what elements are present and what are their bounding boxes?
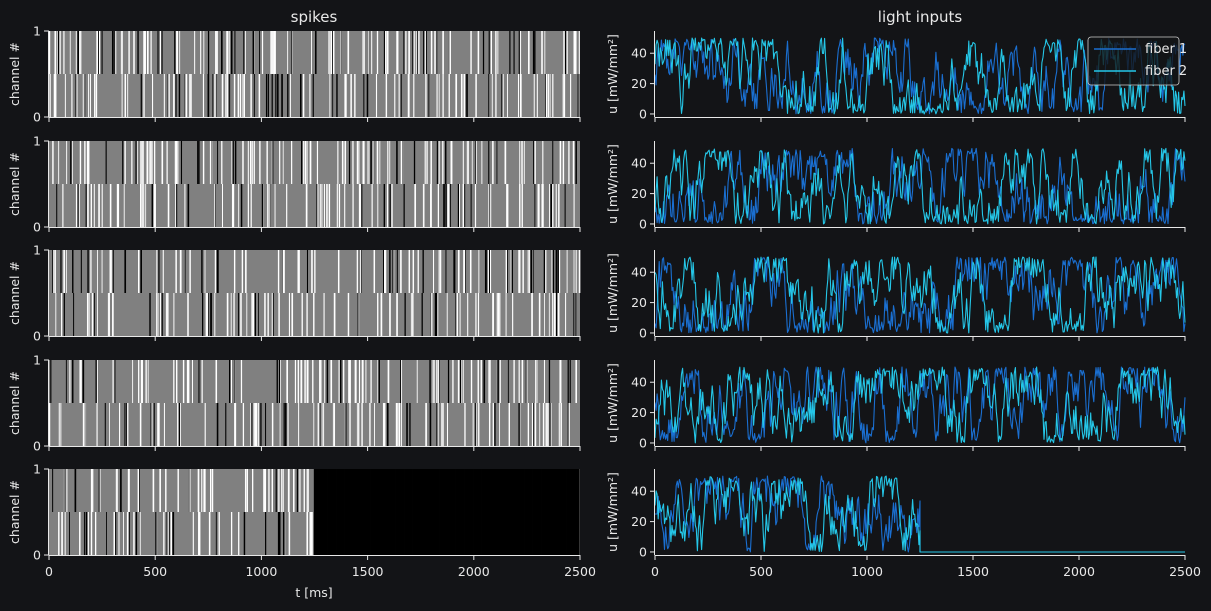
- light-x-tick-label: 500: [749, 564, 773, 579]
- light-x-tick-label: 0: [651, 564, 659, 579]
- spike-y-axis-label: channel #: [7, 480, 22, 544]
- spike-y-tick-label: 0: [33, 110, 41, 125]
- spike-y-axis-label: channel #: [7, 42, 22, 106]
- light-y-axis-label: u [mW/mm²]: [605, 363, 620, 443]
- light-y-tick-label: 20: [631, 405, 647, 420]
- light-y-tick-label: 40: [631, 156, 647, 171]
- light-x-tick-label: 2500: [1169, 564, 1201, 579]
- light-y-tick-label: 20: [631, 514, 647, 529]
- light-y-tick-label: 0: [639, 435, 647, 450]
- figure: spikes light inputs t [ms] 0 1 channel # 0 2…: [0, 0, 1211, 611]
- spike-x-tick-label: 500: [143, 564, 167, 579]
- spike-x-tick-label: 1000: [245, 564, 277, 579]
- spike-y-axis-label: channel #: [7, 261, 22, 325]
- spike-y-tick-label: 1: [33, 24, 41, 39]
- light-y-tick-label: 20: [631, 76, 647, 91]
- spike-y-tick-label: 1: [33, 134, 41, 149]
- spike-raster-1: 0 1 channel #: [7, 24, 581, 125]
- light-y-tick-label: 20: [631, 186, 647, 201]
- light-inputs-title: light inputs: [878, 8, 963, 26]
- light-y-tick-label: 0: [639, 325, 647, 340]
- spike-x-tick-label: 1500: [352, 564, 384, 579]
- spike-x-tick-label: 0: [45, 564, 53, 579]
- light-y-axis-label: u [mW/mm²]: [605, 144, 620, 224]
- light-x-tick-label: 1000: [851, 564, 883, 579]
- spike-y-tick-label: 0: [33, 439, 41, 454]
- spike-y-tick-label: 1: [33, 353, 41, 368]
- light-y-tick-label: 40: [631, 46, 647, 61]
- light-x-tick-label: 1500: [957, 564, 989, 579]
- light-y-tick-label: 0: [639, 544, 647, 559]
- light-x-tick-label: 2000: [1063, 564, 1095, 579]
- light-y-tick-label: 20: [631, 295, 647, 310]
- spike-panel-background: [49, 141, 580, 227]
- spike-raster-4: 0 1 channel #: [7, 353, 581, 454]
- light-y-tick-label: 40: [631, 265, 647, 280]
- spike-x-tick-label: 2000: [458, 564, 490, 579]
- light-y-tick-label: 0: [639, 216, 647, 231]
- spike-y-tick-label: 0: [33, 329, 41, 344]
- legend-label-fiber-1: fiber 1: [1145, 42, 1187, 57]
- light-y-tick-label: 0: [639, 106, 647, 121]
- spike-x-tick-label: 2500: [564, 564, 596, 579]
- legend: fiber 1 fiber 2: [1087, 36, 1187, 86]
- spike-y-axis-label: channel #: [7, 152, 22, 216]
- light-y-axis-label: u [mW/mm²]: [605, 253, 620, 333]
- spikes-title: spikes: [291, 8, 338, 26]
- spike-y-tick-label: 1: [33, 243, 41, 258]
- spike-raster-2: 0 1 channel #: [7, 134, 581, 235]
- spike-y-tick-label: 0: [33, 548, 41, 563]
- spike-y-axis-label: channel #: [7, 371, 22, 435]
- spike-y-tick-label: 0: [33, 220, 41, 235]
- spike-y-tick-label: 1: [33, 462, 41, 477]
- legend-label-fiber-2: fiber 2: [1145, 64, 1187, 79]
- light-y-axis-label: u [mW/mm²]: [605, 472, 620, 552]
- spikes-x-axis-label: t [ms]: [295, 585, 332, 600]
- light-y-tick-label: 40: [631, 484, 647, 499]
- light-y-tick-label: 40: [631, 375, 647, 390]
- spike-raster-3: 0 1 channel #: [7, 243, 581, 344]
- light-y-axis-label: u [mW/mm²]: [605, 34, 620, 114]
